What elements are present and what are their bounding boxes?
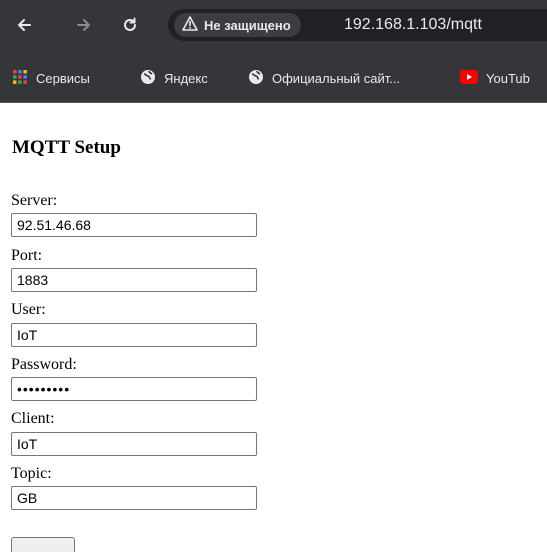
security-chip[interactable]: Не защищено: [174, 13, 301, 37]
youtube-icon: [460, 69, 478, 87]
forward-arrow-icon[interactable]: [72, 13, 96, 37]
bookmark-label: YouTub: [486, 70, 530, 86]
url-text[interactable]: 192.168.1.103/mqtt: [344, 16, 482, 34]
submit-button[interactable]: [11, 537, 75, 552]
bookmark-label: Яндекс: [164, 70, 208, 86]
page-content: MQTT Setup Server: Port: User: Password:…: [0, 103, 547, 552]
bookmark-yandex[interactable]: Яндекс: [140, 68, 208, 88]
user-input[interactable]: [11, 323, 257, 347]
page-title: MQTT Setup: [12, 137, 121, 158]
password-input[interactable]: [11, 377, 257, 401]
warning-triangle-icon: [182, 16, 198, 34]
bookmark-label: Сервисы: [36, 70, 90, 86]
security-chip-label: Не защищено: [204, 17, 291, 33]
back-arrow-icon[interactable]: [12, 13, 36, 37]
topic-input[interactable]: [11, 486, 257, 510]
bookmark-official-site[interactable]: Официальный сайт...: [248, 68, 400, 88]
client-label: Client:: [11, 410, 55, 427]
topic-label: Topic:: [11, 465, 52, 482]
globe-icon: [140, 69, 156, 88]
apps-grid-icon: [12, 69, 28, 88]
server-label: Server:: [11, 192, 58, 209]
browser-toolbar: Не защищено 192.168.1.103/mqtt: [0, 0, 547, 54]
bookmark-label: Официальный сайт...: [272, 70, 401, 86]
bookmark-services[interactable]: Сервисы: [12, 68, 90, 88]
bookmark-youtube[interactable]: YouTub: [460, 68, 530, 88]
user-label: User:: [11, 301, 46, 318]
password-label: Password:: [11, 356, 77, 373]
server-input[interactable]: [11, 213, 257, 237]
reload-icon[interactable]: [118, 13, 142, 37]
port-input[interactable]: [11, 268, 257, 292]
port-label: Port:: [11, 247, 43, 264]
globe-icon: [248, 69, 264, 88]
client-input[interactable]: [11, 432, 257, 456]
